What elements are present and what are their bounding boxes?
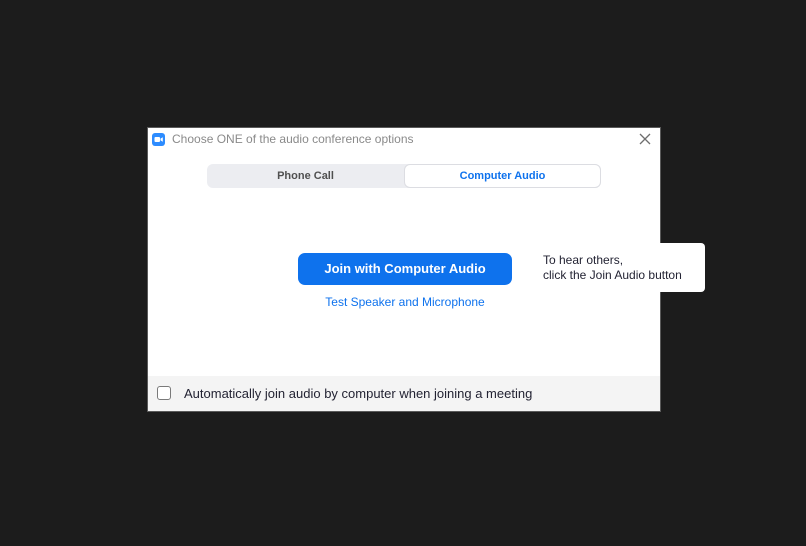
tab-computer-audio[interactable]: Computer Audio <box>404 164 601 188</box>
tooltip-arrow <box>514 260 522 276</box>
tab-phone-call[interactable]: Phone Call <box>207 164 404 188</box>
test-speaker-microphone-link[interactable]: Test Speaker and Microphone <box>148 295 662 309</box>
zoom-camera-icon <box>152 133 165 146</box>
close-icon[interactable] <box>638 132 652 146</box>
window-title: Choose ONE of the audio conference optio… <box>172 132 414 146</box>
join-audio-tooltip: To hear others, click the Join Audio but… <box>514 243 705 292</box>
dialog-footer: Automatically join audio by computer whe… <box>148 376 660 411</box>
auto-join-label[interactable]: Automatically join audio by computer whe… <box>184 386 532 401</box>
screen-background: Choose ONE of the audio conference optio… <box>0 0 806 546</box>
title-bar: Choose ONE of the audio conference optio… <box>148 128 660 152</box>
audio-mode-tabs: Phone Call Computer Audio <box>207 164 601 188</box>
join-computer-audio-button[interactable]: Join with Computer Audio <box>298 253 512 285</box>
auto-join-checkbox[interactable] <box>157 386 171 400</box>
tooltip-line-1: To hear others, <box>543 253 624 267</box>
tooltip-line-2: click the Join Audio button <box>543 268 682 282</box>
